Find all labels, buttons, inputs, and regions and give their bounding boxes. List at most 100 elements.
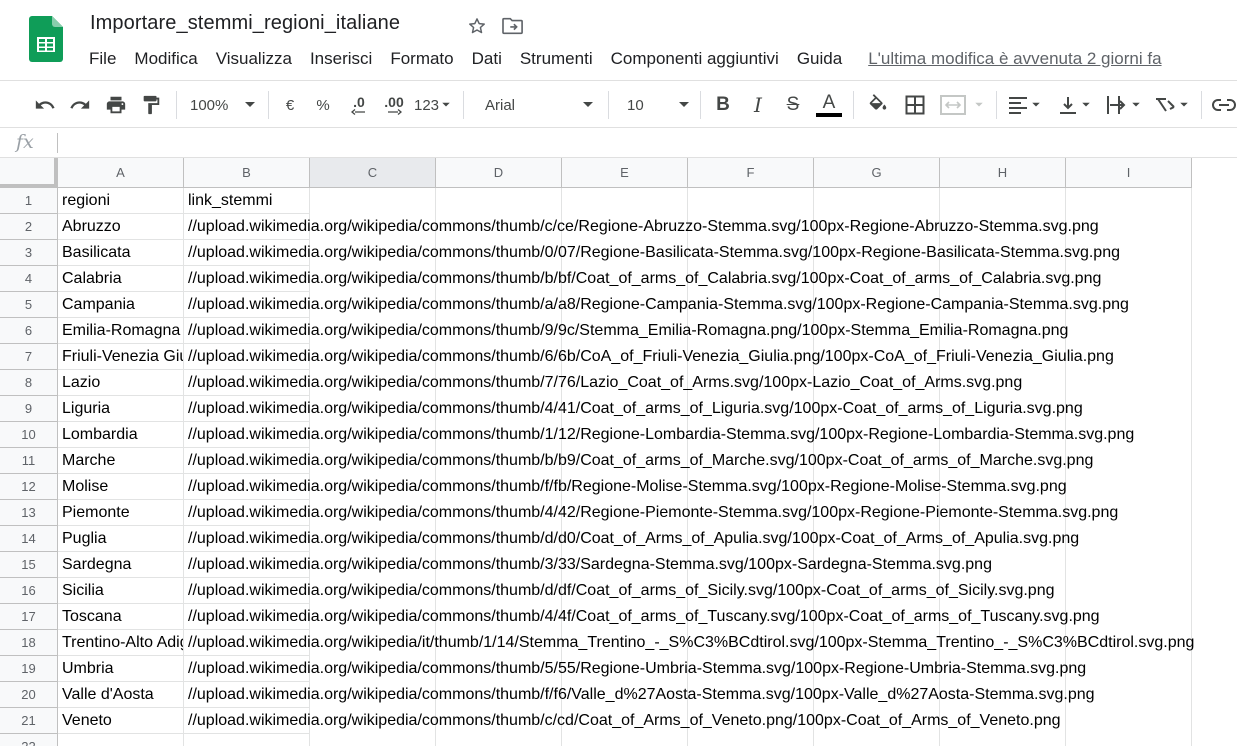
cell-b16[interactable]: //upload.wikimedia.org/wikipedia/commons… bbox=[184, 578, 1055, 604]
column-header-f[interactable]: F bbox=[688, 158, 814, 188]
column-header-e[interactable]: E bbox=[562, 158, 688, 188]
decrease-decimals-button[interactable]: .0 bbox=[346, 91, 372, 119]
cell-b22[interactable] bbox=[184, 734, 310, 746]
cell-b20[interactable]: //upload.wikimedia.org/wikipedia/commons… bbox=[184, 682, 1095, 708]
column-header-b[interactable]: B bbox=[184, 158, 310, 188]
cell-a2[interactable]: Abruzzo bbox=[58, 214, 184, 240]
print-icon[interactable] bbox=[103, 91, 129, 119]
cell-b7[interactable]: //upload.wikimedia.org/wikipedia/commons… bbox=[184, 344, 1114, 370]
row-header-12[interactable]: 12 bbox=[0, 474, 58, 500]
row-header-1[interactable]: 1 bbox=[0, 188, 58, 214]
row-header-11[interactable]: 11 bbox=[0, 448, 58, 474]
cell-b8[interactable]: //upload.wikimedia.org/wikipedia/commons… bbox=[184, 370, 1022, 396]
cell-b21[interactable]: //upload.wikimedia.org/wikipedia/commons… bbox=[184, 708, 1061, 734]
cell-a1[interactable]: regioni bbox=[58, 188, 184, 214]
cell-a14[interactable]: Puglia bbox=[58, 526, 184, 552]
cell-a20[interactable]: Valle d'Aosta bbox=[58, 682, 184, 708]
cell-b13[interactable]: //upload.wikimedia.org/wikipedia/commons… bbox=[184, 500, 1118, 526]
insert-link-icon[interactable] bbox=[1212, 91, 1237, 119]
sheets-logo-icon[interactable] bbox=[29, 16, 63, 62]
paint-format-icon[interactable] bbox=[138, 91, 164, 119]
cell-a5[interactable]: Campania bbox=[58, 292, 184, 318]
cell-a11[interactable]: Marche bbox=[58, 448, 184, 474]
cell-b1[interactable]: link_stemmi bbox=[184, 188, 310, 214]
cell-a4[interactable]: Calabria bbox=[58, 266, 184, 292]
strikethrough-button[interactable]: S bbox=[782, 91, 804, 119]
more-formats-select[interactable]: 123 bbox=[414, 91, 451, 119]
cell-a12[interactable]: Molise bbox=[58, 474, 184, 500]
cell-b5[interactable]: //upload.wikimedia.org/wikipedia/commons… bbox=[184, 292, 1129, 318]
row-header-14[interactable]: 14 bbox=[0, 526, 58, 552]
cell-b2[interactable]: //upload.wikimedia.org/wikipedia/commons… bbox=[184, 214, 1099, 240]
cell-a8[interactable]: Lazio bbox=[58, 370, 184, 396]
cell-b9[interactable]: //upload.wikimedia.org/wikipedia/commons… bbox=[184, 396, 1083, 422]
menu-guida[interactable]: Guida bbox=[788, 49, 851, 69]
row-header-20[interactable]: 20 bbox=[0, 682, 58, 708]
vertical-align-select[interactable] bbox=[1058, 91, 1091, 119]
format-currency-button[interactable]: € bbox=[280, 91, 300, 119]
horizontal-align-select[interactable] bbox=[1008, 91, 1041, 119]
row-header-9[interactable]: 9 bbox=[0, 396, 58, 422]
cell-a22[interactable] bbox=[58, 734, 184, 746]
row-header-16[interactable]: 16 bbox=[0, 578, 58, 604]
cell-b6[interactable]: //upload.wikimedia.org/wikipedia/commons… bbox=[184, 318, 1068, 344]
cell-a16[interactable]: Sicilia bbox=[58, 578, 184, 604]
text-wrapping-select[interactable] bbox=[1106, 91, 1141, 119]
font-family-select[interactable]: Arial bbox=[485, 91, 594, 119]
column-header-i[interactable]: I bbox=[1066, 158, 1192, 188]
italic-button[interactable]: I bbox=[747, 91, 769, 119]
merge-cells-select[interactable] bbox=[940, 91, 984, 119]
cell-b19[interactable]: //upload.wikimedia.org/wikipedia/commons… bbox=[184, 656, 1086, 682]
borders-icon[interactable] bbox=[902, 91, 928, 119]
cell-b3[interactable]: //upload.wikimedia.org/wikipedia/commons… bbox=[184, 240, 1120, 266]
cell-a18[interactable]: Trentino-Alto Adige bbox=[58, 630, 184, 656]
row-header-2[interactable]: 2 bbox=[0, 214, 58, 240]
menu-componenti-aggiuntivi[interactable]: Componenti aggiuntivi bbox=[602, 49, 788, 69]
row-header-4[interactable]: 4 bbox=[0, 266, 58, 292]
fill-color-icon[interactable] bbox=[865, 91, 891, 119]
cell-a7[interactable]: Friuli-Venezia Giulia bbox=[58, 344, 184, 370]
row-header-19[interactable]: 19 bbox=[0, 656, 58, 682]
column-header-g[interactable]: G bbox=[814, 158, 940, 188]
row-header-10[interactable]: 10 bbox=[0, 422, 58, 448]
cell-b15[interactable]: //upload.wikimedia.org/wikipedia/commons… bbox=[184, 552, 992, 578]
text-color-button[interactable]: A bbox=[815, 91, 843, 119]
cell-a3[interactable]: Basilicata bbox=[58, 240, 184, 266]
last-edit-link[interactable]: L'ultima modifica è avvenuta 2 giorni fa bbox=[868, 49, 1161, 69]
cell-a15[interactable]: Sardegna bbox=[58, 552, 184, 578]
cell-a17[interactable]: Toscana bbox=[58, 604, 184, 630]
cell-b12[interactable]: //upload.wikimedia.org/wikipedia/commons… bbox=[184, 474, 1067, 500]
cell-b17[interactable]: //upload.wikimedia.org/wikipedia/commons… bbox=[184, 604, 1100, 630]
formula-input[interactable] bbox=[66, 134, 1226, 154]
select-all-corner[interactable] bbox=[0, 158, 58, 188]
row-header-13[interactable]: 13 bbox=[0, 500, 58, 526]
row-header-3[interactable]: 3 bbox=[0, 240, 58, 266]
bold-button[interactable]: B bbox=[712, 91, 734, 119]
column-header-a[interactable]: A bbox=[58, 158, 184, 188]
cell-a19[interactable]: Umbria bbox=[58, 656, 184, 682]
column-header-d[interactable]: D bbox=[436, 158, 562, 188]
menu-file[interactable]: File bbox=[80, 49, 125, 69]
row-header-8[interactable]: 8 bbox=[0, 370, 58, 396]
menu-formato[interactable]: Formato bbox=[381, 49, 462, 69]
cell-b11[interactable]: //upload.wikimedia.org/wikipedia/commons… bbox=[184, 448, 1093, 474]
row-header-15[interactable]: 15 bbox=[0, 552, 58, 578]
zoom-select[interactable]: 100% bbox=[190, 91, 256, 119]
document-title[interactable]: Importare_stemmi_regioni_italiane bbox=[90, 12, 400, 35]
row-header-22[interactable]: 22 bbox=[0, 734, 58, 746]
move-to-folder-icon[interactable] bbox=[502, 15, 524, 37]
cell-b14[interactable]: //upload.wikimedia.org/wikipedia/commons… bbox=[184, 526, 1079, 552]
row-header-7[interactable]: 7 bbox=[0, 344, 58, 370]
row-header-6[interactable]: 6 bbox=[0, 318, 58, 344]
column-header-h[interactable]: H bbox=[940, 158, 1066, 188]
font-size-select[interactable]: 10 bbox=[627, 91, 690, 119]
undo-icon[interactable] bbox=[32, 91, 58, 119]
format-percent-button[interactable]: % bbox=[313, 91, 333, 119]
cell-a9[interactable]: Liguria bbox=[58, 396, 184, 422]
menu-inserisci[interactable]: Inserisci bbox=[301, 49, 381, 69]
cell-b4[interactable]: //upload.wikimedia.org/wikipedia/commons… bbox=[184, 266, 1101, 292]
star-icon[interactable] bbox=[466, 15, 488, 37]
cell-a21[interactable]: Veneto bbox=[58, 708, 184, 734]
cell-a6[interactable]: Emilia-Romagna bbox=[58, 318, 184, 344]
column-header-c[interactable]: C bbox=[310, 158, 436, 188]
